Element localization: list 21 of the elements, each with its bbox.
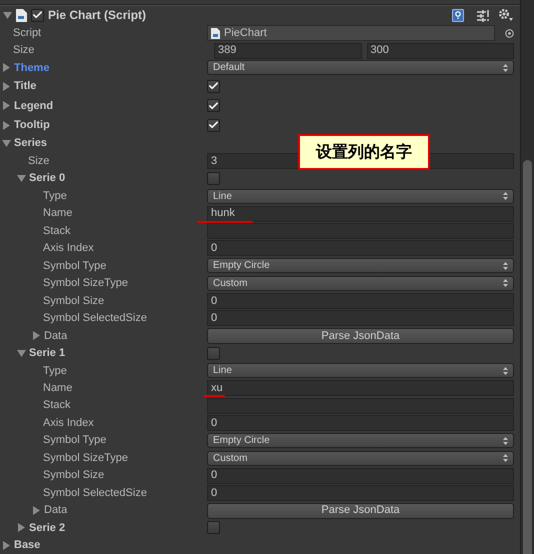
component-title: Pie Chart (Script): [48, 7, 146, 24]
property-label: Type: [43, 188, 67, 204]
property-label: Symbol SizeType: [43, 276, 128, 292]
property-label: Symbol SelectedSize: [43, 486, 147, 501]
property-label: Script: [13, 26, 42, 41]
property-label: Size: [13, 43, 34, 58]
property-label: Symbol Type: [43, 258, 106, 274]
property-label: Stack: [43, 398, 71, 414]
property-label: Name: [43, 206, 72, 222]
property-label: Size: [28, 154, 50, 169]
property-label: Axis Index: [43, 241, 94, 256]
property-label: Symbol Type: [43, 433, 106, 448]
property-label: Stack: [43, 224, 71, 239]
annotation-tooltip: 设置列的名字: [298, 134, 430, 170]
property-label: Symbol SizeType: [43, 450, 128, 466]
property-label: Axis Index: [43, 416, 94, 431]
property-label: Symbol Size: [43, 468, 104, 484]
property-label: Type: [43, 364, 67, 379]
property-label: Name: [43, 380, 72, 396]
property-label: Symbol SelectedSize: [43, 311, 147, 326]
property-label: Symbol Size: [43, 294, 104, 309]
